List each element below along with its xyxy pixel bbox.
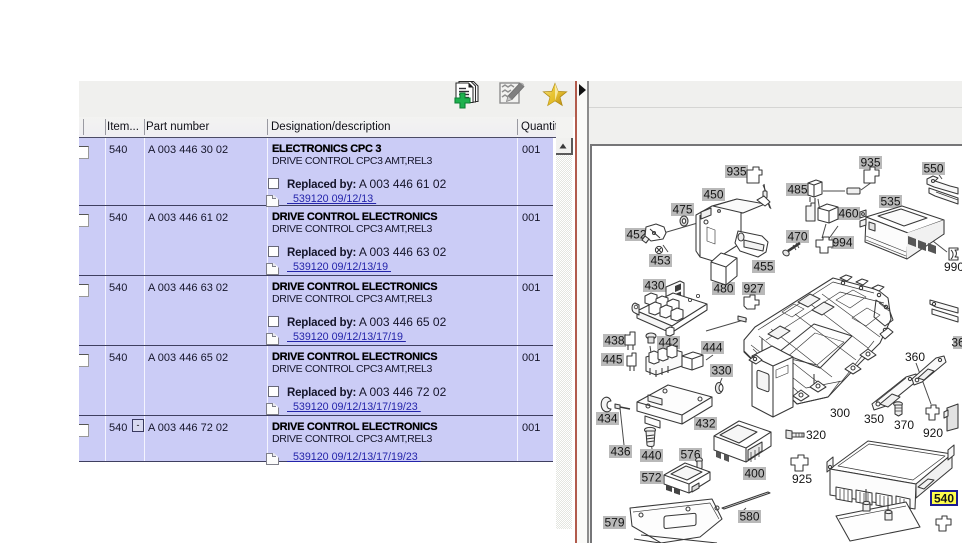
svg-text:370: 370 [894,418,914,432]
svg-text:925: 925 [792,472,812,486]
svg-text:920: 920 [923,426,943,440]
svg-text:470: 470 [787,230,807,244]
svg-text:485: 485 [787,183,807,197]
svg-text:445: 445 [602,353,622,367]
svg-text:444: 444 [702,341,722,355]
svg-text:580: 580 [739,510,759,524]
svg-text:350: 350 [864,412,884,426]
svg-text:436: 436 [610,445,630,459]
svg-text:400: 400 [744,467,764,481]
svg-text:455: 455 [753,260,773,274]
svg-text:453: 453 [650,254,670,268]
svg-text:438: 438 [604,334,624,348]
svg-text:535: 535 [880,195,900,209]
svg-text:300: 300 [830,406,850,420]
svg-text:579: 579 [604,516,624,530]
svg-text:432: 432 [695,417,715,431]
svg-text:540: 540 [934,492,954,506]
svg-text:475: 475 [672,203,692,217]
svg-text:460: 460 [838,207,858,221]
svg-text:330: 330 [711,364,731,378]
svg-text:550: 550 [923,162,943,176]
svg-text:360: 360 [905,350,925,364]
svg-text:36: 36 [951,336,962,350]
svg-text:440: 440 [641,449,661,463]
svg-text:572: 572 [641,471,661,485]
svg-text:990: 990 [944,260,962,274]
svg-text:450: 450 [703,188,723,202]
svg-text:430: 430 [644,279,664,293]
svg-text:994: 994 [832,236,852,250]
svg-text:320: 320 [806,428,826,442]
svg-text:434: 434 [597,412,617,426]
svg-text:935: 935 [726,165,746,179]
svg-text:927: 927 [743,282,763,296]
